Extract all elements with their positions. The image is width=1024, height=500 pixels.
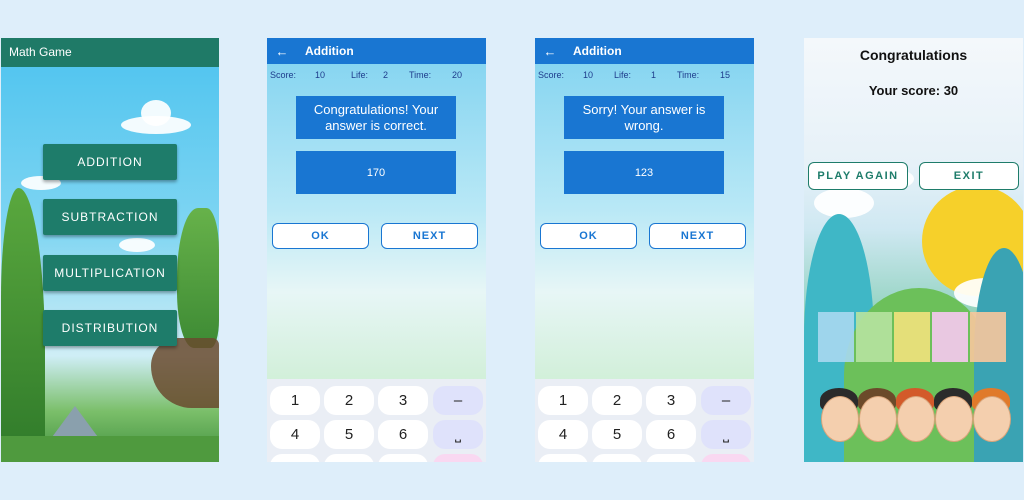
cloud-decoration: [119, 238, 155, 252]
result-message: Sorry! Your answer is wrong.: [564, 96, 724, 139]
play-again-button[interactable]: PLAY AGAIN: [808, 162, 908, 190]
child-face-decoration: [973, 396, 1011, 442]
key-5[interactable]: 5: [324, 420, 374, 449]
key-3[interactable]: 3: [646, 386, 696, 415]
child-face-decoration: [897, 396, 935, 442]
life-value: 1: [651, 70, 657, 80]
arrow-back-icon[interactable]: ←: [267, 44, 297, 59]
key-space[interactable]: ⎵: [433, 420, 483, 449]
arrow-back-icon[interactable]: ←: [535, 44, 565, 59]
multiplication-button[interactable]: MULTIPLICATION: [43, 255, 177, 291]
stats-bar: Score: 10 Life: 1 Time: 15: [535, 64, 754, 86]
key-minus[interactable]: –: [433, 386, 483, 415]
key-partial[interactable]: [378, 454, 428, 462]
key-2[interactable]: 2: [592, 386, 642, 415]
screen-title: Addition: [305, 44, 354, 58]
key-1[interactable]: 1: [270, 386, 320, 415]
key-2[interactable]: 2: [324, 386, 374, 415]
time-value: 20: [452, 70, 463, 80]
key-3[interactable]: 3: [378, 386, 428, 415]
next-button[interactable]: NEXT: [649, 223, 746, 249]
answer-display: 123: [564, 151, 724, 194]
app-title: Math Game: [9, 45, 72, 59]
exit-button[interactable]: EXIT: [919, 162, 1019, 190]
key-partial[interactable]: [701, 454, 751, 462]
banner-decoration: [970, 312, 1006, 362]
answer-display: 170: [296, 151, 456, 194]
banner-decoration: [856, 312, 892, 362]
life-label: Life:: [351, 70, 369, 80]
tree-left-decoration: [1, 188, 45, 462]
key-partial[interactable]: [270, 454, 320, 462]
child-face-decoration: [821, 396, 859, 442]
time-label: Time:: [677, 70, 700, 80]
key-4[interactable]: 4: [270, 420, 320, 449]
addition-button[interactable]: ADDITION: [43, 144, 177, 180]
key-6[interactable]: 6: [646, 420, 696, 449]
score-label: Score:: [270, 70, 297, 80]
stats-bar: Score: 10 Life: 2 Time: 20: [267, 64, 486, 86]
numeric-keyboard: 1 2 3 – 4 5 6 ⎵: [267, 379, 486, 462]
child-face-decoration: [859, 396, 897, 442]
subtraction-button[interactable]: SUBTRACTION: [43, 199, 177, 235]
numeric-keyboard: 1 2 3 – 4 5 6 ⎵: [535, 379, 754, 462]
result-message: Congratulations! Your answer is correct.: [296, 96, 456, 139]
key-partial[interactable]: [538, 454, 588, 462]
banner-decoration: [894, 312, 930, 362]
child-face-decoration: [935, 396, 973, 442]
ok-button[interactable]: OK: [540, 223, 637, 249]
menu-app-bar: Math Game: [1, 38, 219, 67]
final-score-text: Your score: 30: [868, 83, 959, 98]
score-value: 10: [583, 70, 594, 80]
life-label: Life:: [614, 70, 632, 80]
congratulations-title: Congratulations: [859, 47, 968, 63]
cloud-decoration: [814, 188, 874, 218]
branch-decoration: [151, 338, 219, 408]
grass-decoration: [1, 436, 219, 462]
key-minus[interactable]: –: [701, 386, 751, 415]
time-label: Time:: [409, 70, 432, 80]
ok-button[interactable]: OK: [272, 223, 369, 249]
key-4[interactable]: 4: [538, 420, 588, 449]
result-screen: Congratulations Your score: 30 PLAY AGAI…: [804, 38, 1023, 462]
game-app-bar: ← Addition: [267, 38, 486, 64]
key-partial[interactable]: [646, 454, 696, 462]
key-partial[interactable]: [433, 454, 483, 462]
time-value: 15: [720, 70, 731, 80]
banner-decoration: [932, 312, 968, 362]
menu-screen: Math Game ADDITION SUBTRACTION MULTIPLIC…: [1, 38, 219, 462]
key-6[interactable]: 6: [378, 420, 428, 449]
cloud-decoration: [141, 100, 171, 126]
key-1[interactable]: 1: [538, 386, 588, 415]
screen-title: Addition: [573, 44, 622, 58]
correct-answer-screen: ← Addition Score: 10 Life: 2 Time: 20 Co…: [267, 38, 486, 462]
wrong-answer-screen: ← Addition Score: 10 Life: 1 Time: 15 So…: [535, 38, 754, 462]
banner-decoration: [818, 312, 854, 362]
key-partial[interactable]: [324, 454, 374, 462]
key-space[interactable]: ⎵: [701, 420, 751, 449]
tree-right-decoration: [177, 208, 219, 348]
score-label: Score:: [538, 70, 565, 80]
key-5[interactable]: 5: [592, 420, 642, 449]
score-value: 10: [315, 70, 326, 80]
life-value: 2: [383, 70, 389, 80]
game-app-bar: ← Addition: [535, 38, 754, 64]
key-partial[interactable]: [592, 454, 642, 462]
next-button[interactable]: NEXT: [381, 223, 478, 249]
distribution-button[interactable]: DISTRIBUTION: [43, 310, 177, 346]
